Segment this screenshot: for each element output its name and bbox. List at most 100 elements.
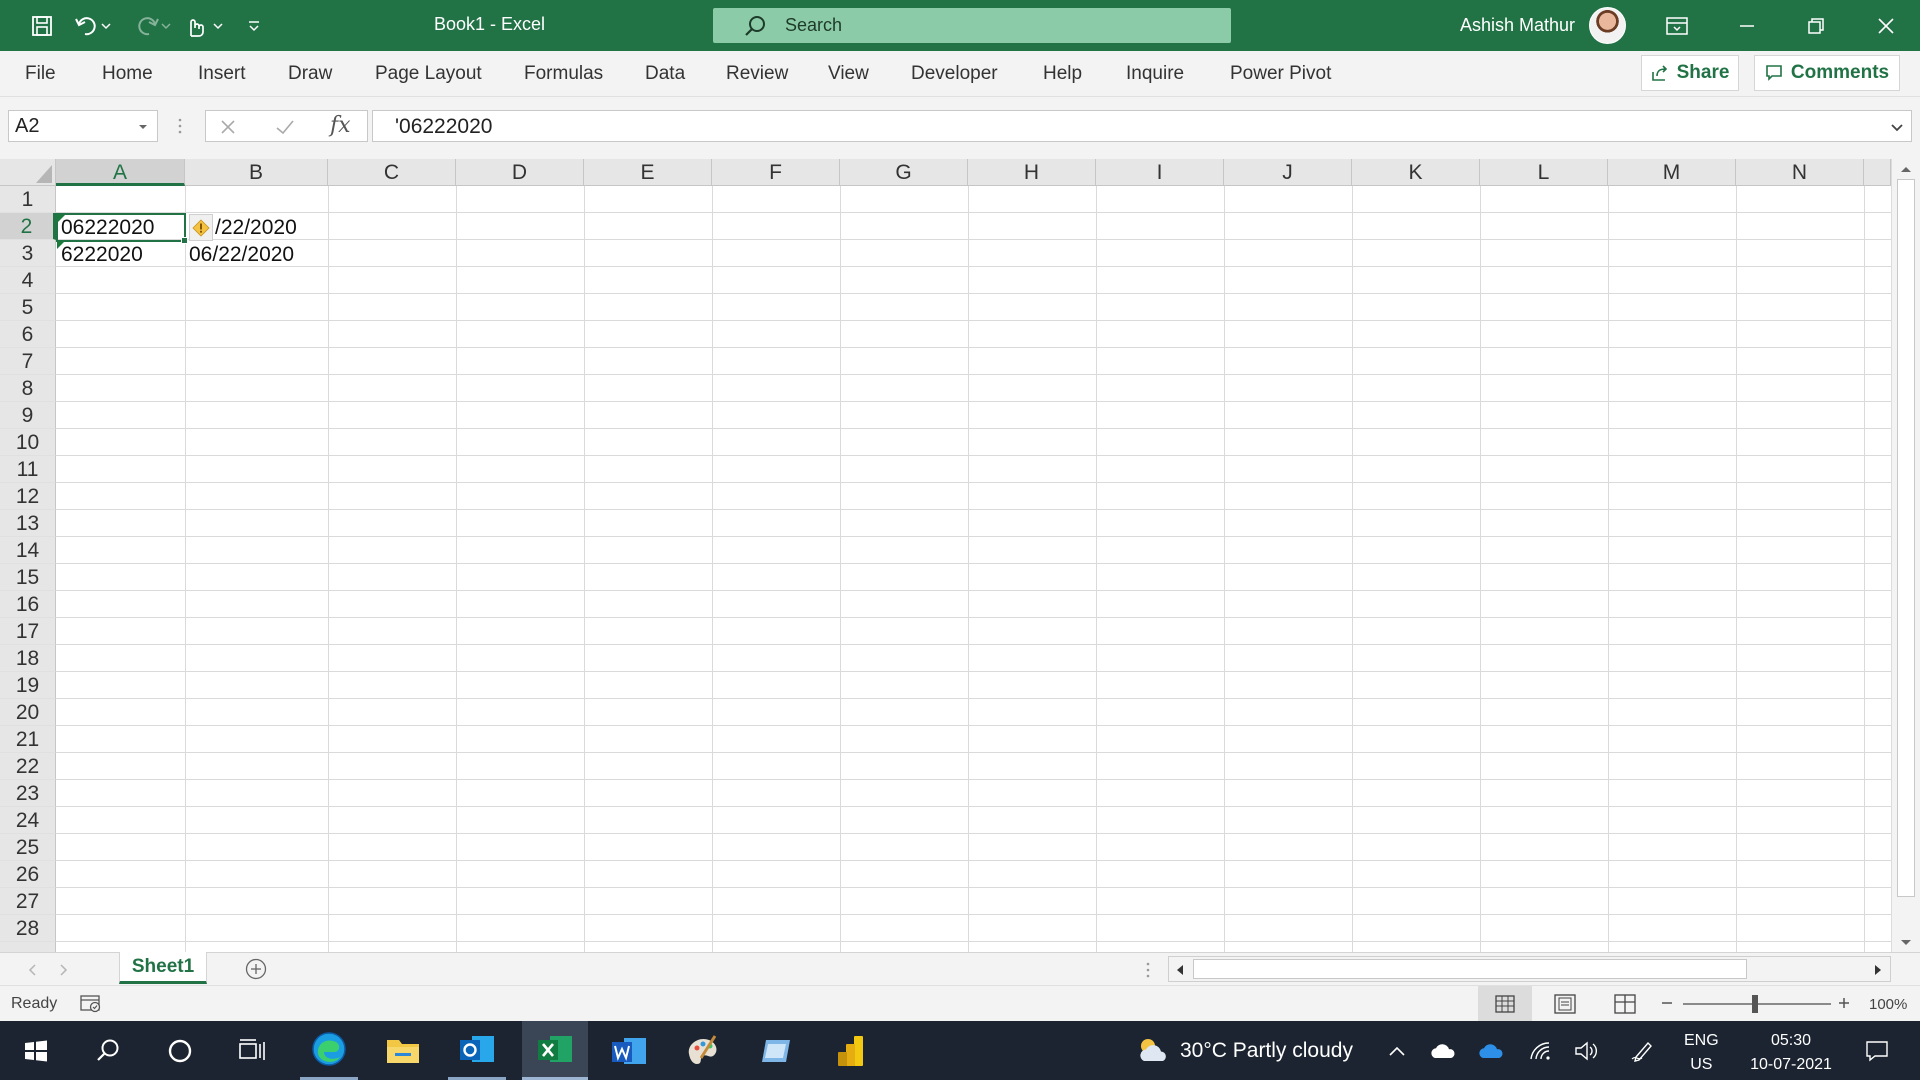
sheet-next-icon[interactable] bbox=[60, 964, 68, 976]
close-icon[interactable] bbox=[1852, 0, 1920, 51]
confirm-entry-icon[interactable] bbox=[274, 117, 296, 137]
tab-insert[interactable]: Insert bbox=[198, 63, 246, 85]
row-header-6[interactable]: 6 bbox=[0, 321, 56, 348]
tab-home[interactable]: Home bbox=[102, 63, 153, 85]
row-header-9[interactable]: 9 bbox=[0, 402, 56, 429]
row-header-13[interactable]: 13 bbox=[0, 510, 56, 537]
column-header-o[interactable] bbox=[1864, 159, 1891, 186]
row-header-20[interactable]: 20 bbox=[0, 699, 56, 726]
tab-view[interactable]: View bbox=[828, 63, 869, 85]
row-header-4[interactable]: 4 bbox=[0, 267, 56, 294]
error-check-icon[interactable] bbox=[189, 214, 213, 241]
column-header-b[interactable]: B bbox=[185, 159, 328, 186]
weather-text[interactable]: 30°C Partly cloudy bbox=[1180, 1039, 1353, 1063]
row-header-12[interactable]: 12 bbox=[0, 483, 56, 510]
normal-view-icon[interactable] bbox=[1478, 986, 1532, 1022]
tab-draw[interactable]: Draw bbox=[288, 63, 332, 85]
zoom-slider-thumb[interactable] bbox=[1752, 995, 1758, 1013]
expand-formula-bar-icon[interactable] bbox=[1890, 123, 1904, 133]
vertical-scroll-thumb[interactable] bbox=[1897, 179, 1915, 897]
formula-bar-splitter[interactable] bbox=[178, 117, 182, 135]
zoom-in-icon[interactable] bbox=[1837, 993, 1851, 1013]
redo-icon[interactable] bbox=[128, 0, 174, 51]
column-header-j[interactable]: J bbox=[1224, 159, 1352, 186]
notifications-icon[interactable] bbox=[1852, 1021, 1902, 1080]
column-header-c[interactable]: C bbox=[328, 159, 456, 186]
tab-help[interactable]: Help bbox=[1043, 63, 1082, 85]
column-header-n[interactable]: N bbox=[1736, 159, 1864, 186]
scroll-down-icon[interactable] bbox=[1900, 939, 1912, 947]
file-explorer-icon[interactable] bbox=[374, 1021, 432, 1080]
column-header-a[interactable]: A bbox=[56, 159, 185, 186]
scroll-right-icon[interactable] bbox=[1874, 964, 1882, 976]
column-header-f[interactable]: F bbox=[712, 159, 840, 186]
add-sheet-icon[interactable] bbox=[245, 958, 267, 980]
comments-button[interactable]: Comments bbox=[1754, 55, 1900, 91]
paint-icon[interactable] bbox=[674, 1021, 732, 1080]
row-header-25[interactable]: 25 bbox=[0, 834, 56, 861]
column-header-l[interactable]: L bbox=[1480, 159, 1608, 186]
row-header-29[interactable] bbox=[0, 942, 56, 952]
select-all-corner[interactable] bbox=[0, 159, 56, 186]
onedrive-business-icon[interactable] bbox=[1474, 1021, 1508, 1080]
share-button[interactable]: Share bbox=[1641, 55, 1739, 91]
row-header-1[interactable]: 1 bbox=[0, 186, 56, 213]
tab-power-pivot[interactable]: Power Pivot bbox=[1230, 63, 1331, 85]
word-icon[interactable] bbox=[600, 1021, 658, 1080]
input-language[interactable]: ENG US bbox=[1684, 1029, 1719, 1077]
sheet-prev-icon[interactable] bbox=[28, 964, 36, 976]
tab-developer[interactable]: Developer bbox=[911, 63, 998, 85]
column-header-h[interactable]: H bbox=[968, 159, 1096, 186]
avatar[interactable] bbox=[1589, 7, 1626, 44]
row-header-5[interactable]: 5 bbox=[0, 294, 56, 321]
volume-icon[interactable] bbox=[1570, 1021, 1604, 1080]
tab-formulas[interactable]: Formulas bbox=[524, 63, 603, 85]
save-icon[interactable] bbox=[26, 0, 58, 51]
row-header-22[interactable]: 22 bbox=[0, 753, 56, 780]
row-header-17[interactable]: 17 bbox=[0, 618, 56, 645]
show-hidden-icons-icon[interactable] bbox=[1382, 1021, 1412, 1080]
touch-mode-icon[interactable] bbox=[180, 0, 226, 51]
excel-icon[interactable] bbox=[522, 1021, 588, 1080]
power-bi-icon[interactable] bbox=[822, 1021, 880, 1080]
user-name[interactable]: Ashish Mathur bbox=[1460, 15, 1575, 36]
row-header-8[interactable]: 8 bbox=[0, 375, 56, 402]
cell-b3[interactable]: 06/22/2020 bbox=[189, 241, 294, 268]
onedrive-personal-icon[interactable] bbox=[1426, 1021, 1460, 1080]
cortana-icon[interactable] bbox=[158, 1021, 202, 1080]
row-header-16[interactable]: 16 bbox=[0, 591, 56, 618]
row-header-14[interactable]: 14 bbox=[0, 537, 56, 564]
clock[interactable]: 05:30 10-07-2021 bbox=[1736, 1029, 1846, 1077]
restore-icon[interactable] bbox=[1782, 0, 1850, 51]
sheet-tab-sheet1[interactable]: Sheet1 bbox=[119, 952, 207, 984]
fill-handle[interactable] bbox=[181, 237, 188, 244]
row-header-18[interactable]: 18 bbox=[0, 645, 56, 672]
page-break-preview-icon[interactable] bbox=[1614, 994, 1636, 1014]
zoom-level[interactable]: 100% bbox=[1869, 996, 1907, 1013]
tab-review[interactable]: Review bbox=[726, 63, 788, 85]
customize-toolbar-icon[interactable] bbox=[243, 0, 265, 51]
row-header-28[interactable]: 28 bbox=[0, 915, 56, 942]
ribbon-display-options-icon[interactable] bbox=[1643, 0, 1711, 51]
column-header-d[interactable]: D bbox=[456, 159, 584, 186]
vertical-scrollbar[interactable] bbox=[1891, 159, 1920, 952]
horizontal-scroll-thumb[interactable] bbox=[1193, 959, 1747, 979]
minimize-icon[interactable] bbox=[1713, 0, 1781, 51]
accessibility-icon[interactable] bbox=[80, 994, 102, 1014]
cell-a3[interactable]: 6222020 bbox=[61, 241, 143, 268]
name-box-dropdown-icon[interactable] bbox=[137, 123, 149, 131]
row-header-10[interactable]: 10 bbox=[0, 429, 56, 456]
row-header-27[interactable]: 27 bbox=[0, 888, 56, 915]
windows-start-icon[interactable] bbox=[14, 1021, 58, 1080]
insert-function-icon[interactable]: fx bbox=[330, 113, 351, 138]
search-icon[interactable] bbox=[86, 1021, 130, 1080]
horizontal-scrollbar[interactable] bbox=[1168, 956, 1891, 982]
cell-b2[interactable]: /22/2020 bbox=[215, 214, 297, 241]
column-header-e[interactable]: E bbox=[584, 159, 712, 186]
edge-browser-icon[interactable] bbox=[300, 1021, 358, 1080]
row-header-24[interactable]: 24 bbox=[0, 807, 56, 834]
row-header-21[interactable]: 21 bbox=[0, 726, 56, 753]
row-header-11[interactable]: 11 bbox=[0, 456, 56, 483]
scroll-up-icon[interactable] bbox=[1900, 165, 1912, 173]
task-view-icon[interactable] bbox=[230, 1021, 274, 1080]
